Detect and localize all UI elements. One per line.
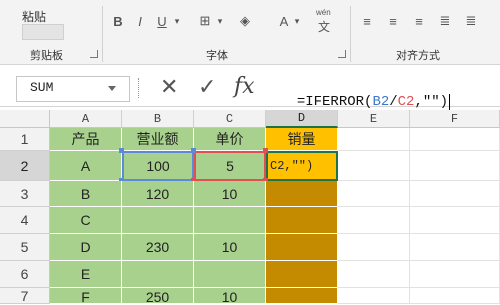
table-cell[interactable] [266,207,338,234]
table-cell[interactable]: 120 [122,181,194,207]
row-header-7[interactable]: 7 [0,288,50,304]
selection-handle[interactable] [119,148,124,153]
underline-dropdown-icon[interactable]: ▾ [172,10,182,32]
cell-e7[interactable] [338,288,410,304]
bold-button[interactable]: B [110,10,126,32]
text-cursor: ​ [449,94,451,110]
select-all-corner[interactable] [0,110,50,128]
alignment-group-label: 对齐方式 [396,49,440,62]
cell-f4[interactable] [410,207,500,234]
table-cell[interactable] [122,261,194,288]
align-middle-icon[interactable]: ≡ [384,10,402,32]
cancel-icon[interactable]: ✕ [160,74,178,100]
cell-f2[interactable] [410,151,500,181]
table-cell-c2[interactable]: 5 [194,151,266,181]
clipboard-icon[interactable] [22,24,64,40]
clipboard-group-label: 剪贴板 [30,49,63,62]
selection-handle[interactable] [263,148,268,153]
align-top-icon[interactable]: ≡ [358,10,376,32]
table-cell[interactable] [266,261,338,288]
phonetic-button[interactable]: 文 [318,18,330,35]
formula-suffix: ,"") [414,94,449,110]
table-cell[interactable]: 10 [194,288,266,305]
insert-function-icon[interactable]: fx [234,74,255,99]
cell-e4[interactable] [338,207,410,234]
cell-f6[interactable] [410,261,500,288]
name-box-value: SUM [30,80,54,95]
font-color-dropdown-icon[interactable]: ▾ [292,10,302,32]
name-box-dropdown-icon[interactable] [108,86,116,91]
font-group-label: 字体 [206,49,228,62]
border-dropdown-icon[interactable]: ▾ [215,10,225,32]
wrap-text-icon[interactable]: ≣ [462,10,480,32]
table-cell[interactable]: 10 [194,234,266,261]
row-header-6[interactable]: 6 [0,261,50,288]
font-color-button[interactable]: A [276,10,292,32]
column-header-c[interactable]: C [194,110,266,128]
table-cell[interactable]: F [50,288,122,305]
border-icon[interactable]: ⊞ [195,10,215,32]
table-cell[interactable]: E [50,261,122,288]
orientation-icon[interactable]: ≣ [436,10,454,32]
row-header-3[interactable]: 3 [0,181,50,207]
row-header-5[interactable]: 5 [0,234,50,261]
table-cell[interactable] [266,181,338,207]
table-cell-b2[interactable]: 100 [122,151,194,181]
align-bottom-icon[interactable]: ≡ [410,10,428,32]
formula-slash: / [389,94,398,110]
cell-f3[interactable] [410,181,500,207]
row-header-1[interactable]: 1 [0,128,50,151]
table-cell[interactable]: 250 [122,288,194,305]
cell-e5[interactable] [338,234,410,261]
table-header-product[interactable]: 产品 [50,128,122,151]
row-header-2[interactable]: 2 [0,151,50,181]
table-cell[interactable]: C [50,207,122,234]
table-cell[interactable]: D [50,234,122,261]
selection-handle[interactable] [191,148,196,153]
table-cell[interactable]: 230 [122,234,194,261]
table-cell[interactable] [194,261,266,288]
table-cell[interactable]: B [50,181,122,207]
phonetic-label: wén [316,8,331,17]
paste-button[interactable]: 粘贴 [22,8,46,25]
table-cell[interactable]: A [50,151,122,181]
formula-prefix: =IFERROR( [296,94,373,110]
table-header-unit-price[interactable]: 单价 [194,128,266,151]
formula-ref-b2: B2 [372,94,390,110]
column-header-d[interactable]: D [266,110,338,128]
table-cell[interactable] [194,207,266,234]
active-cell-d2[interactable]: C2,"") [266,151,338,181]
underline-button[interactable]: U [154,10,170,32]
cell-f7[interactable] [410,288,500,304]
column-header-e[interactable]: E [338,110,410,128]
cell-e6[interactable] [338,261,410,288]
row-header-4[interactable]: 4 [0,207,50,234]
table-cell[interactable] [266,288,338,304]
ribbon-separator [350,6,351,62]
cell-e2[interactable] [338,151,410,181]
cell-f5[interactable] [410,234,500,261]
formula-text: =IFERROR(B2/C2,"")​ [280,78,451,110]
fill-color-icon[interactable]: ◈ [235,10,255,32]
column-header-b[interactable]: B [122,110,194,128]
table-cell[interactable] [122,207,194,234]
font-launcher-icon[interactable] [338,50,346,58]
cell-f1[interactable] [410,128,500,151]
table-cell[interactable]: 10 [194,181,266,207]
table-cell[interactable] [266,234,338,261]
table-header-sales-volume[interactable]: 销量 [266,128,338,151]
table-header-revenue[interactable]: 营业额 [122,128,194,151]
cell-e1[interactable] [338,128,410,151]
formula-bar-grip[interactable] [138,78,145,98]
enter-icon[interactable]: ✓ [198,74,216,100]
column-header-a[interactable]: A [50,110,122,128]
italic-button[interactable]: I [132,10,148,32]
ribbon-separator [102,6,103,62]
clipboard-launcher-icon[interactable] [90,50,98,58]
formula-ref-c2: C2 [397,94,415,110]
cell-e3[interactable] [338,181,410,207]
column-header-f[interactable]: F [410,110,500,128]
